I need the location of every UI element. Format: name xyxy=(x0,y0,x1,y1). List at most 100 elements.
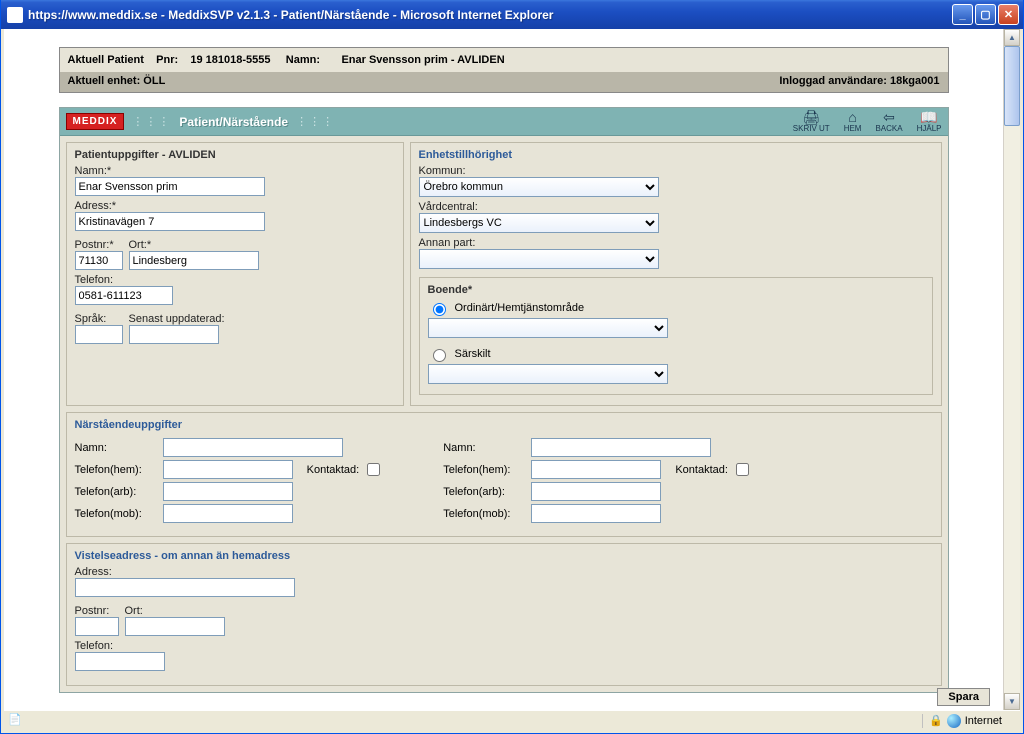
patient-details-panel: Patientuppgifter - AVLIDEN Namn:* Adress… xyxy=(66,142,404,406)
save-button[interactable]: Spara xyxy=(937,688,990,706)
ort-input[interactable] xyxy=(129,251,259,270)
kin1-kontakt-checkbox[interactable] xyxy=(367,463,380,476)
stay-address-input[interactable] xyxy=(75,578,295,597)
ordinart-select[interactable] xyxy=(428,318,668,338)
name-label: Namn:* xyxy=(75,165,395,177)
current-patient-label: Aktuell Patient xyxy=(68,54,144,66)
updated-input[interactable] xyxy=(129,325,219,344)
close-button[interactable]: ✕ xyxy=(998,4,1019,25)
phone-input[interactable] xyxy=(75,286,173,305)
patient-header-box: Aktuell Patient Pnr: 19 181018-5555 Namn… xyxy=(59,47,949,93)
postnr-label: Postnr:* xyxy=(75,239,123,251)
patient-name-value: Enar Svensson prim - AVLIDEN xyxy=(341,54,504,66)
unit-section-title: Enhetstillhörighet xyxy=(419,149,933,161)
address-label: Adress:* xyxy=(75,200,395,212)
client-area: Aktuell Patient Pnr: 19 181018-5555 Namn… xyxy=(4,29,1020,710)
scroll-down-arrow-icon[interactable]: ▼ xyxy=(1004,693,1020,710)
ordinart-radio[interactable] xyxy=(433,303,446,316)
zone-label: Internet xyxy=(965,715,1002,727)
stay-postnr-label: Postnr: xyxy=(75,605,119,617)
stay-address-label: Adress: xyxy=(75,566,933,578)
boende-title: Boende* xyxy=(428,284,924,296)
patient-name-label: Namn: xyxy=(286,54,320,66)
printer-icon: 🖨 xyxy=(802,110,820,124)
globe-icon xyxy=(947,714,961,728)
stay-panel: Vistelseadress - om annan än hemadress A… xyxy=(66,543,942,686)
vertical-scrollbar[interactable]: ▲ ▼ xyxy=(1003,29,1020,710)
language-input[interactable] xyxy=(75,325,123,344)
current-unit-label: Aktuell enhet: xyxy=(68,75,141,87)
kin2-arb-input[interactable] xyxy=(531,482,661,501)
maximize-button[interactable]: ▢ xyxy=(975,4,996,25)
print-button[interactable]: 🖨SKRIV UT xyxy=(793,110,830,133)
kin2-hem-input[interactable] xyxy=(531,460,661,479)
help-button[interactable]: 📖HJÄLP xyxy=(917,110,942,133)
stay-phone-input[interactable] xyxy=(75,652,165,671)
pnr-label: Pnr: xyxy=(156,54,178,66)
current-unit-value: ÖLL xyxy=(143,75,165,87)
title-bar: https://www.meddix.se - MeddixSVP v2.1.3… xyxy=(1,0,1023,29)
page-title: Patient/Närstående xyxy=(179,115,288,129)
unit-row: Aktuell enhet: ÖLL Inloggad användare: 1… xyxy=(60,72,948,92)
back-arrow-icon: ⇦ xyxy=(883,110,895,124)
name-input[interactable] xyxy=(75,177,265,196)
phone-label: Telefon: xyxy=(75,274,395,286)
kin-title: Närståendeuppgifter xyxy=(75,419,933,431)
updated-label: Senast uppdaterad: xyxy=(129,313,225,325)
annan-part-select[interactable] xyxy=(419,249,659,269)
kin1-hem-input[interactable] xyxy=(163,460,293,479)
form-body: Patientuppgifter - AVLIDEN Namn:* Adress… xyxy=(60,136,948,692)
status-bar: 📄 🔒 Internet xyxy=(4,710,1020,730)
kin-panel: Närståendeuppgifter Namn: Telefon(hem): … xyxy=(66,412,942,537)
boende-box: Boende* Ordinärt/Hemtjänstområde Särskil… xyxy=(419,277,933,395)
patient-row: Aktuell Patient Pnr: 19 181018-5555 Namn… xyxy=(60,48,948,72)
sarskilt-radio[interactable] xyxy=(433,349,446,362)
back-button[interactable]: ⇦BACKA xyxy=(875,110,902,133)
home-button[interactable]: ⌂HEM xyxy=(844,110,862,133)
unit-panel: Enhetstillhörighet Kommun: Örebro kommun… xyxy=(410,142,942,406)
postnr-input[interactable] xyxy=(75,251,123,270)
meddix-logo: MEDDIX xyxy=(66,113,125,130)
kin1-mob-input[interactable] xyxy=(163,504,293,523)
book-icon: 📖 xyxy=(920,110,937,124)
kin2-kontakt-checkbox[interactable] xyxy=(736,463,749,476)
stay-postnr-input[interactable] xyxy=(75,617,119,636)
pnr-value: 19 181018-5555 xyxy=(190,54,270,66)
security-zone: 🔒 Internet xyxy=(922,714,1020,728)
ie-page-icon: 📄 xyxy=(8,713,24,729)
page-content: Aktuell Patient Pnr: 19 181018-5555 Namn… xyxy=(4,29,1003,710)
kin1-arb-input[interactable] xyxy=(163,482,293,501)
logged-user-value: 18kga001 xyxy=(890,75,940,87)
kommun-select[interactable]: Örebro kommun xyxy=(419,177,659,197)
kin-column-2: Namn: Telefon(hem): Kontaktad: Telefon(a… xyxy=(443,435,752,526)
stay-phone-label: Telefon: xyxy=(75,640,933,652)
header-divider: ⋮⋮⋮ xyxy=(296,115,335,128)
kin-column-1: Namn: Telefon(hem): Kontaktad: Telefon(a… xyxy=(75,435,384,526)
lock-icon: 🔒 xyxy=(929,714,943,727)
scroll-thumb[interactable] xyxy=(1004,46,1020,126)
sarskilt-select[interactable] xyxy=(428,364,668,384)
window-title: https://www.meddix.se - MeddixSVP v2.1.3… xyxy=(28,8,952,22)
address-input[interactable] xyxy=(75,212,265,231)
window-controls: _ ▢ ✕ xyxy=(952,4,1019,25)
ie-icon xyxy=(7,7,23,23)
stay-ort-input[interactable] xyxy=(125,617,225,636)
app-window: https://www.meddix.se - MeddixSVP v2.1.3… xyxy=(0,0,1024,734)
patient-section-title: Patientuppgifter - AVLIDEN xyxy=(75,149,395,161)
vardcentral-label: Vårdcentral: xyxy=(419,201,933,213)
ordinart-label: Ordinärt/Hemtjänstområde xyxy=(455,302,585,314)
minimize-button[interactable]: _ xyxy=(952,4,973,25)
vardcentral-select[interactable]: Lindesbergs VC xyxy=(419,213,659,233)
stay-title: Vistelseadress - om annan än hemadress xyxy=(75,550,933,562)
form-header: MEDDIX ⋮⋮⋮ Patient/Närstående ⋮⋮⋮ 🖨SKRIV… xyxy=(60,108,948,136)
form-container: MEDDIX ⋮⋮⋮ Patient/Närstående ⋮⋮⋮ 🖨SKRIV… xyxy=(59,107,949,693)
kin2-mob-input[interactable] xyxy=(531,504,661,523)
language-label: Språk: xyxy=(75,313,123,325)
kin2-name-input[interactable] xyxy=(531,438,711,457)
ort-label: Ort:* xyxy=(129,239,259,251)
kommun-label: Kommun: xyxy=(419,165,933,177)
scroll-up-arrow-icon[interactable]: ▲ xyxy=(1004,29,1020,46)
kin1-name-input[interactable] xyxy=(163,438,343,457)
logged-user-label: Inloggad användare: xyxy=(779,75,887,87)
stay-ort-label: Ort: xyxy=(125,605,225,617)
